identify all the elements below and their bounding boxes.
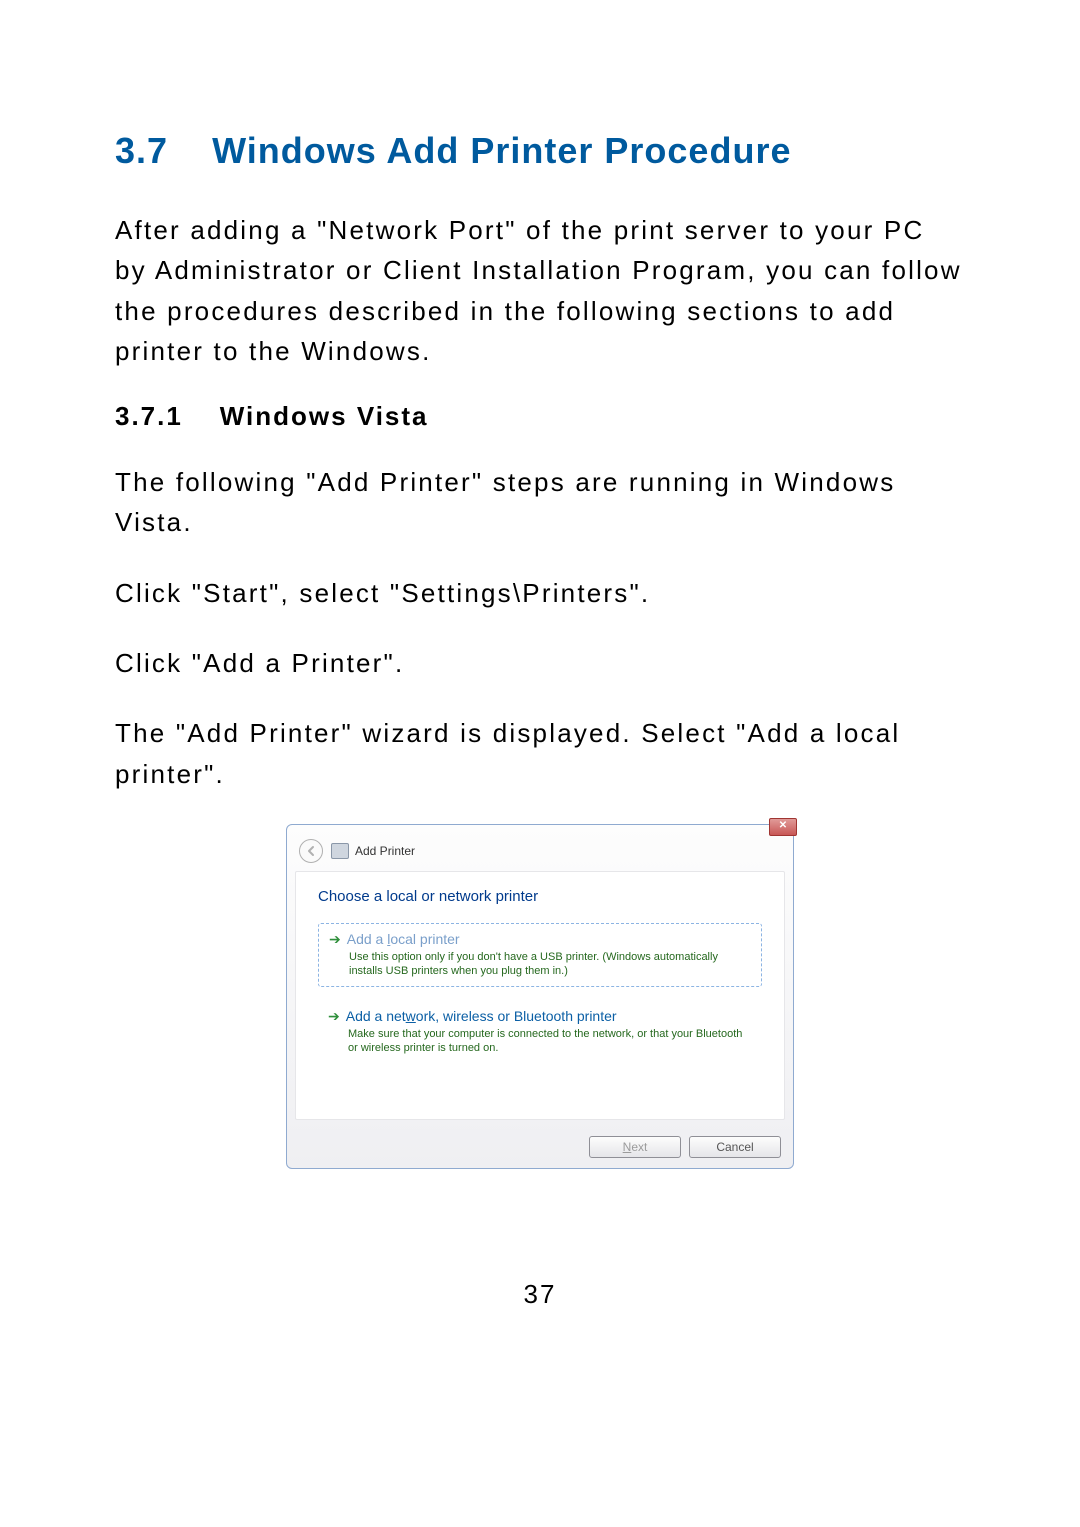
dialog-title: Add Printer xyxy=(353,844,415,858)
heading-title: Windows Add Printer Procedure xyxy=(212,130,791,171)
dialog-body: Choose a local or network printer ➔ Add … xyxy=(295,871,785,1120)
close-icon[interactable]: ✕ xyxy=(769,818,797,836)
intro-paragraph: After adding a "Network Port" of the pri… xyxy=(115,210,965,371)
add-printer-dialog: ✕ Add Printer Choose a local or network … xyxy=(286,824,794,1169)
option-network-title: Add a network, wireless or Bluetooth pri… xyxy=(346,1007,617,1025)
option-add-local-printer[interactable]: ➔ Add a local printer Use this option on… xyxy=(318,923,762,987)
option-add-network-printer[interactable]: ➔ Add a network, wireless or Bluetooth p… xyxy=(318,1003,762,1063)
arrow-icon: ➔ xyxy=(328,1007,340,1025)
dialog-subhead: Choose a local or network printer xyxy=(318,888,762,905)
paragraph-4: Click "Add a Printer". xyxy=(115,643,965,683)
paragraph-2: The following "Add Printer" steps are ru… xyxy=(115,462,965,543)
paragraph-5: The "Add Printer" wizard is displayed. S… xyxy=(115,713,965,794)
back-icon[interactable] xyxy=(299,839,323,863)
option-network-desc: Make sure that your computer is connecte… xyxy=(348,1027,752,1055)
option-local-title: Add a local printer xyxy=(347,930,460,948)
subheading-title: Windows Vista xyxy=(220,401,429,431)
option-local-desc: Use this option only if you don't have a… xyxy=(349,950,751,978)
next-button[interactable]: Next xyxy=(589,1136,681,1158)
page-number: 37 xyxy=(115,1279,965,1310)
dialog-footer: Next Cancel xyxy=(287,1128,793,1168)
section-heading: 3.7 Windows Add Printer Procedure xyxy=(115,130,965,172)
paragraph-3: Click "Start", select "Settings\Printers… xyxy=(115,573,965,613)
arrow-icon: ➔ xyxy=(329,930,341,948)
subsection-heading: 3.7.1 Windows Vista xyxy=(115,401,965,432)
printer-icon xyxy=(331,843,349,859)
heading-number: 3.7 xyxy=(115,130,168,171)
cancel-button[interactable]: Cancel xyxy=(689,1136,781,1158)
subheading-number: 3.7.1 xyxy=(115,401,183,431)
dialog-header: Add Printer xyxy=(287,825,793,869)
